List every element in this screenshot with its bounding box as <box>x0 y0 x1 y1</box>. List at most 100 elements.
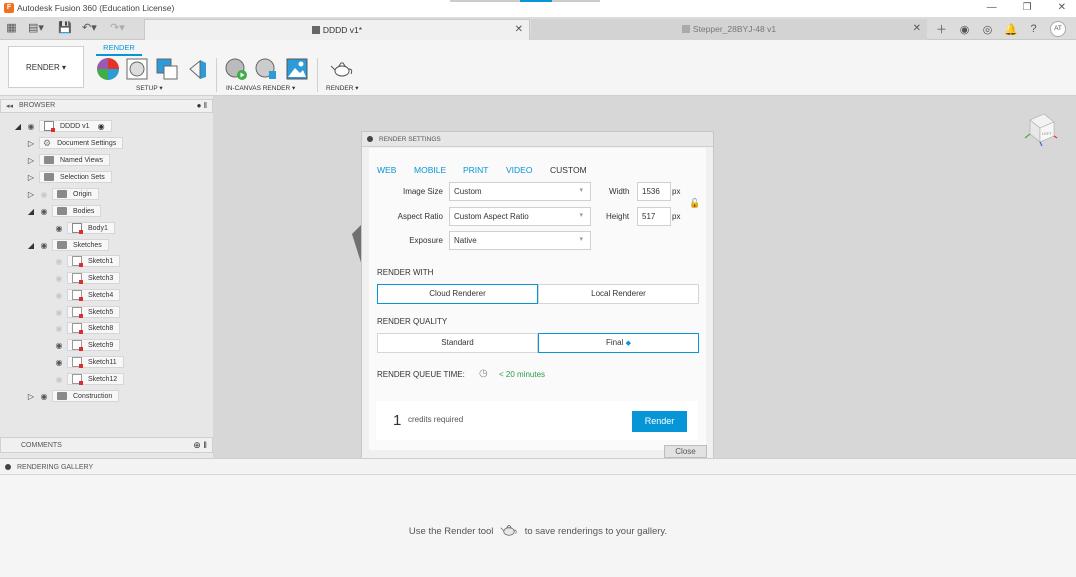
tree-node-bodies[interactable]: ◢ ◉ Bodies <box>27 205 102 217</box>
visibility-eye-icon[interactable]: ◉ <box>54 224 64 233</box>
job-status-icon[interactable]: ◎ <box>981 23 994 36</box>
save-icon[interactable]: 💾 <box>58 22 72 35</box>
user-avatar[interactable]: AT <box>1050 21 1066 37</box>
expand-triangle-icon[interactable]: ▷ <box>27 156 35 165</box>
capture-image-icon[interactable] <box>285 57 309 81</box>
width-input[interactable]: 1536 <box>637 182 671 201</box>
activate-radio-icon[interactable]: ◉ <box>98 122 105 131</box>
local-renderer-option[interactable]: Local Renderer <box>538 284 699 304</box>
visibility-eye-icon[interactable]: ◉ <box>54 375 64 384</box>
gallery-collapse-icon[interactable] <box>5 464 11 470</box>
visibility-eye-icon[interactable]: ◉ <box>54 358 64 367</box>
visibility-eye-icon[interactable]: ◉ <box>39 190 49 199</box>
collapse-panel-icon[interactable]: ◂◂ <box>6 102 13 110</box>
cloud-renderer-option[interactable]: Cloud Renderer <box>377 284 538 304</box>
exposure-select[interactable]: Native ▾ <box>449 231 591 250</box>
preset-custom[interactable]: CUSTOM <box>550 165 587 175</box>
tree-node-sketch8[interactable]: ◉ Sketch8 <box>54 322 121 334</box>
preset-video[interactable]: VIDEO <box>506 165 532 175</box>
close-button[interactable]: Close <box>664 445 707 458</box>
tree-root[interactable]: ◢ ◉ DDDD v1 ◉ <box>14 120 112 132</box>
data-panel-grid-icon[interactable]: ▦ <box>5 22 18 35</box>
tree-node-named-views[interactable]: ▷ Named Views <box>27 154 111 166</box>
tab-dddd[interactable]: DDDD v1* ✕ <box>144 19 530 40</box>
file-menu-icon[interactable]: ▤▾ <box>28 22 44 35</box>
extensions-icon[interactable]: ◉ <box>958 23 971 36</box>
quality-standard-option[interactable]: Standard <box>377 333 538 353</box>
render-teapot-icon[interactable] <box>330 57 354 81</box>
tab-stepper[interactable]: Stepper_28BYJ-48 v1 ✕ <box>531 19 927 40</box>
collapse-triangle-icon[interactable]: ◢ <box>14 122 22 131</box>
minimize-icon[interactable]: — <box>987 2 997 13</box>
render-button[interactable]: Render <box>632 411 687 432</box>
tree-node-sketch5[interactable]: ◉ Sketch5 <box>54 306 121 318</box>
comments-panel-header[interactable]: COMMENTS ⊕ ‖ <box>0 437 213 453</box>
close-tab-icon[interactable]: ✕ <box>515 24 523 35</box>
scene-settings-icon[interactable] <box>125 57 149 81</box>
visibility-eye-icon[interactable]: ◉ <box>26 122 36 131</box>
expand-triangle-icon[interactable]: ▷ <box>27 139 35 148</box>
maximize-icon[interactable]: ❐ <box>1023 2 1032 13</box>
tree-node-document-settings[interactable]: ▷ ⚙ Document Settings <box>27 137 124 149</box>
tree-node-box: Sketch1 <box>67 255 121 267</box>
tree-node-sketch3[interactable]: ◉ Sketch3 <box>54 272 121 284</box>
preset-print[interactable]: PRINT <box>463 165 489 175</box>
browser-panel-header[interactable]: ◂◂ BROWSER ● ‖ <box>0 99 213 113</box>
visibility-eye-icon[interactable]: ◉ <box>39 392 49 401</box>
preset-web[interactable]: WEB <box>377 165 396 175</box>
tree-node-sketch12[interactable]: ◉ Sketch12 <box>54 373 125 385</box>
tree-node-sketch11[interactable]: ◉ Sketch11 <box>54 356 124 368</box>
visibility-eye-icon[interactable]: ◉ <box>39 241 49 250</box>
add-comment-icon[interactable]: ⊕ ‖ <box>193 440 207 451</box>
close-tab-icon[interactable]: ✕ <box>913 23 921 34</box>
redo-icon[interactable]: ↷▾ <box>110 22 125 35</box>
in-canvas-render-start-icon[interactable] <box>224 57 248 81</box>
expand-triangle-icon[interactable]: ▷ <box>27 190 35 199</box>
aspect-ratio-select[interactable]: Custom Aspect Ratio ▾ <box>449 207 591 226</box>
render-group-label[interactable]: RENDER ▾ <box>326 84 359 92</box>
tree-node-sketch4[interactable]: ◉ Sketch4 <box>54 289 121 301</box>
tab-dddd-label: DDDD v1* <box>145 25 529 35</box>
tree-node-construction[interactable]: ▷ ◉ Construction <box>27 390 120 402</box>
tab-render[interactable]: RENDER <box>96 42 142 56</box>
quality-final-option[interactable]: Final ◆ <box>538 333 699 353</box>
viewcube-icon[interactable]: LEFT <box>1022 110 1058 146</box>
browser-options-icon[interactable]: ● ‖ <box>197 101 207 110</box>
texture-map-icon[interactable] <box>155 57 179 81</box>
decal-icon[interactable] <box>186 57 210 81</box>
dialog-title-bar[interactable]: RENDER SETTINGS <box>362 132 713 147</box>
visibility-eye-icon[interactable]: ◉ <box>54 324 64 333</box>
visibility-eye-icon[interactable]: ◉ <box>54 274 64 283</box>
in-canvas-render-settings-icon[interactable] <box>254 57 278 81</box>
dialog-collapse-icon[interactable] <box>367 136 373 142</box>
expand-triangle-icon[interactable]: ▷ <box>27 173 35 182</box>
height-input[interactable]: 517 <box>637 207 671 226</box>
visibility-eye-icon[interactable]: ◉ <box>54 291 64 300</box>
workspace-switcher-button[interactable]: RENDER ▾ <box>8 46 84 88</box>
expand-triangle-icon[interactable]: ▷ <box>27 392 35 401</box>
new-tab-plus-icon[interactable]: ＋ <box>935 21 948 37</box>
setup-group-label[interactable]: SETUP ▾ <box>136 84 163 92</box>
tree-node-sketch9[interactable]: ◉ Sketch9 <box>54 339 121 351</box>
visibility-eye-icon[interactable]: ◉ <box>54 341 64 350</box>
appearance-color-wheel-icon[interactable] <box>96 57 120 81</box>
undo-icon[interactable]: ↶▾ <box>82 22 97 35</box>
rendering-gallery-header[interactable]: RENDERING GALLERY <box>0 458 1076 475</box>
tree-node-origin[interactable]: ▷ ◉ Origin <box>27 188 99 200</box>
preset-mobile[interactable]: MOBILE <box>414 165 446 175</box>
close-icon[interactable]: ✕ <box>1058 2 1066 13</box>
visibility-eye-icon[interactable]: ◉ <box>54 257 64 266</box>
image-size-select[interactable]: Custom ▾ <box>449 182 591 201</box>
visibility-eye-icon[interactable]: ◉ <box>39 207 49 216</box>
tree-node-body1[interactable]: ◉ Body1 <box>54 222 115 234</box>
notifications-bell-icon[interactable]: 🔔 <box>1004 23 1018 36</box>
tree-node-sketch1[interactable]: ◉ Sketch1 <box>54 255 121 267</box>
help-icon[interactable]: ? <box>1027 23 1040 35</box>
tree-node-sketches[interactable]: ◢ ◉ Sketches <box>27 239 109 251</box>
collapse-triangle-icon[interactable]: ◢ <box>27 207 35 216</box>
lock-aspect-icon[interactable]: 🔓 <box>689 198 700 209</box>
collapse-triangle-icon[interactable]: ◢ <box>27 241 35 250</box>
tree-node-selection-sets[interactable]: ▷ Selection Sets <box>27 171 112 183</box>
in-canvas-render-group-label[interactable]: IN-CANVAS RENDER ▾ <box>226 84 295 92</box>
visibility-eye-icon[interactable]: ◉ <box>54 308 64 317</box>
